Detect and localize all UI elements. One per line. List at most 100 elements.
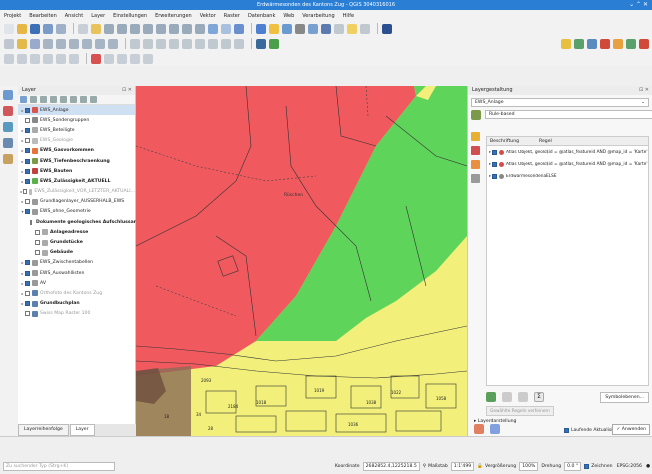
layer-row[interactable]: ▸ Grundbuchplan [18, 299, 135, 309]
layer-row[interactable]: ▾ EWS_ohne_Geometrie [18, 207, 135, 217]
menu-item-datenbank[interactable]: Datenbank [248, 13, 275, 19]
live-update-checkbox[interactable] [564, 428, 569, 433]
rule-row[interactable]: ▸Atlas Objekt, geolog...$id = @atlas_fea… [487, 146, 648, 158]
copy-features-icon[interactable] [95, 38, 105, 49]
annotation-icon[interactable] [347, 23, 357, 34]
zoom-out-icon[interactable] [117, 23, 127, 34]
layer-row[interactable]: EWS_Sondengruppen [18, 115, 135, 125]
layer-visibility-checkbox[interactable] [25, 209, 30, 215]
layer-visibility-checkbox[interactable] [25, 148, 30, 154]
rule-checkbox[interactable] [492, 161, 497, 167]
magnifier-field[interactable]: 100% [519, 461, 539, 471]
print-layout-icon[interactable] [56, 23, 66, 34]
undo-icon[interactable] [474, 424, 484, 434]
remove-layer-icon[interactable] [90, 96, 97, 103]
zoom-selection-icon[interactable] [143, 23, 153, 34]
add-rule-icon[interactable] [486, 392, 496, 402]
rotation-field[interactable]: 0.0 ° [564, 461, 582, 471]
masks-tab-icon[interactable] [471, 160, 480, 169]
adv-digitize-5-icon[interactable] [56, 53, 66, 64]
measure-icon[interactable] [334, 23, 344, 34]
cut-features-icon[interactable] [82, 38, 92, 49]
menu-item-ansicht[interactable]: Ansicht [65, 13, 83, 19]
layer-visibility-checkbox[interactable] [25, 168, 30, 174]
adv-digitize-6-icon[interactable] [69, 53, 79, 64]
refresh-icon[interactable] [234, 23, 244, 34]
menu-item-web[interactable]: Web [283, 13, 294, 19]
layer-row[interactable]: Anlageadresse [18, 227, 135, 237]
plugin-toolbar-3-icon[interactable] [587, 38, 597, 49]
renderer-combo[interactable]: Rule-based ⌄ [485, 110, 652, 119]
panel-float-close-icon[interactable]: ⊡ ✕ [639, 86, 649, 95]
temporal-icon[interactable] [221, 23, 231, 34]
snapping-icon[interactable] [91, 53, 101, 64]
label-settings-icon[interactable] [234, 38, 244, 49]
plugin-toolbar-2-icon[interactable] [574, 38, 584, 49]
layer-visibility-checkbox[interactable] [22, 189, 27, 195]
menu-item-einstellungen[interactable]: Einstellungen [113, 13, 147, 19]
layer-row[interactable]: ▸ Grundlagenlayer_AUSSERHALB_EWS [18, 197, 135, 207]
data-source-manager-icon[interactable] [3, 90, 13, 100]
locator-search-input[interactable]: Zu suchender Typ (Strg+K) [3, 461, 115, 471]
grass-icon[interactable] [269, 38, 279, 49]
visibility-icon[interactable] [40, 96, 47, 103]
edit-pencil-icon[interactable] [4, 38, 14, 49]
sum-icon[interactable] [321, 23, 331, 34]
zoom-layer-icon[interactable] [156, 23, 166, 34]
layer-visibility-checkbox[interactable] [25, 107, 30, 113]
layer-visibility-checkbox[interactable] [25, 138, 30, 144]
plugin-toolbar-6-icon[interactable] [626, 38, 636, 49]
pan-icon[interactable] [78, 23, 88, 34]
menu-item-verarbeitung[interactable]: Verarbeitung [302, 13, 334, 19]
layer-row[interactable]: Dokumente geologisches Aufschlussarchiv [18, 217, 147, 227]
filter-expression-icon[interactable] [60, 96, 67, 103]
change-label-icon[interactable] [195, 38, 205, 49]
new-map-view-icon[interactable] [208, 23, 218, 34]
text-annotation-icon[interactable] [360, 23, 370, 34]
edit-rule-icon[interactable] [518, 392, 528, 402]
add-wms-icon[interactable] [3, 138, 13, 148]
label-tool-icon[interactable] [130, 38, 140, 49]
plugin-toolbar-5-icon[interactable] [613, 38, 623, 49]
identify-icon[interactable] [256, 23, 266, 34]
panel-float-close-icon[interactable]: ⊡ ✕ [122, 86, 132, 95]
layer-visibility-checkbox[interactable] [25, 117, 30, 123]
adv-digitize-2-icon[interactable] [17, 53, 27, 64]
apply-button[interactable]: ✓ Anwenden [612, 424, 650, 435]
refine-rules-button[interactable]: Gewählte Regeln verfeinern [486, 406, 554, 416]
paste-features-icon[interactable] [108, 38, 118, 49]
zoom-native-icon[interactable] [169, 23, 179, 34]
layer-visibility-checkbox[interactable] [30, 219, 32, 225]
delete-selected-icon[interactable] [69, 38, 79, 49]
style-manager-icon[interactable] [20, 96, 27, 103]
adv-digitize-1-icon[interactable] [4, 53, 14, 64]
menu-item-hilfe[interactable]: Hilfe [343, 13, 354, 19]
labels-tab-icon[interactable] [471, 146, 480, 155]
remove-rule-icon[interactable] [502, 392, 512, 402]
3d-view-tab-icon[interactable] [471, 174, 480, 183]
toggle-editing-icon[interactable] [17, 38, 27, 49]
tab-layers[interactable]: Layer [69, 424, 95, 436]
layer-visibility-checkbox[interactable] [35, 229, 40, 235]
zoom-full-icon[interactable] [130, 23, 140, 34]
rule-checkbox[interactable] [492, 149, 497, 155]
save-project-icon[interactable] [30, 23, 40, 34]
expand-all-icon[interactable] [70, 96, 77, 103]
plugin-toolbar-1-icon[interactable] [561, 38, 571, 49]
layer-row[interactable]: ▸ EWS_Geologie [18, 136, 135, 146]
layer-visibility-checkbox[interactable] [25, 127, 30, 133]
layer-row[interactable]: ▸ EWS_Zulässigkeit_AKTUELL [18, 176, 135, 186]
save-as-icon[interactable] [43, 23, 53, 34]
show-labels-icon[interactable] [156, 38, 166, 49]
python-console-icon[interactable] [382, 23, 392, 34]
layer-row[interactable]: Gebäude [18, 248, 135, 258]
layer-row[interactable]: ▸ EWS_Zwischentabellen [18, 258, 135, 268]
layer-row[interactable]: Swiss Map Raster 100 [18, 309, 135, 319]
symbology-tab-icon[interactable] [471, 132, 480, 141]
pan-to-selection-icon[interactable] [91, 23, 101, 34]
layer-visibility-checkbox[interactable] [25, 199, 30, 205]
coordinate-field[interactable]: 2682852.4,1225218.5 [362, 461, 420, 471]
layer-row[interactable]: ▸ EWS_Tiefenbeschraenkung [18, 156, 135, 166]
layer-row[interactable]: ▸ EWS_Auswahllisten [18, 268, 135, 278]
move-label-icon[interactable] [169, 38, 179, 49]
